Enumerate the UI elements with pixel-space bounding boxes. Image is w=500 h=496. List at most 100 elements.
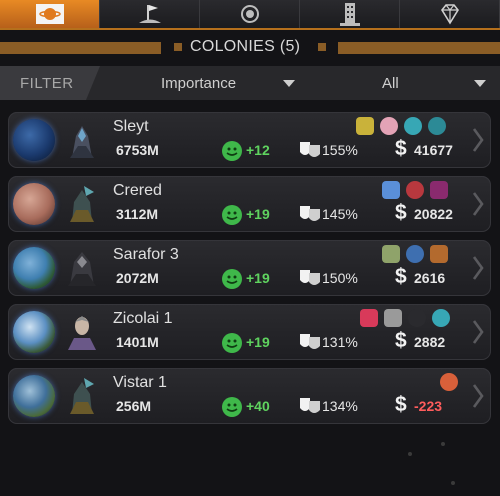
income-value: 2616	[414, 270, 446, 286]
resource-cyan-icon	[404, 117, 422, 135]
resource-icons	[382, 245, 448, 265]
header-bullet-right	[318, 43, 326, 51]
colony-population: 1401M	[116, 334, 159, 350]
theater-masks-icon	[300, 206, 320, 221]
credits-icon: $	[395, 137, 407, 160]
resource-bottle-icon	[360, 309, 378, 327]
resource-plant-icon	[382, 245, 400, 263]
resource-cyan-icon	[432, 309, 450, 327]
colony-row[interactable]: Zicolai 1 1401M +19 131% $ 2882	[8, 304, 491, 360]
theater-masks-icon	[300, 270, 320, 285]
colony-name: Vistar 1	[113, 374, 167, 391]
colony-row[interactable]: Crered 3112M +19 145% $ 20822	[8, 176, 491, 232]
diamond-tab[interactable]	[400, 0, 500, 28]
planet-thumbnail	[13, 375, 55, 417]
colony-population: 3112M	[116, 206, 159, 222]
chevron-right-icon[interactable]	[471, 319, 485, 345]
income-value: 2882	[414, 334, 446, 350]
chevron-right-icon[interactable]	[471, 383, 485, 409]
credits-icon: $	[395, 265, 407, 288]
colonies-title: COLONIES (5)	[190, 38, 301, 55]
header-divider-left	[0, 42, 161, 54]
happiness-value: +19	[246, 206, 270, 222]
resource-people-icon	[382, 181, 400, 199]
happiness-value: +12	[246, 142, 270, 158]
happiness-smiley-icon	[222, 141, 242, 161]
chevron-right-icon[interactable]	[471, 191, 485, 217]
chevron-right-icon[interactable]	[471, 255, 485, 281]
happiness-value: +19	[246, 270, 270, 286]
type-dropdown-caret-icon[interactable]	[474, 80, 486, 87]
background-speck	[408, 452, 412, 456]
filter-label: FILTER	[20, 75, 74, 92]
resource-red-icon	[406, 181, 424, 199]
resource-icons	[440, 373, 458, 393]
planet-thumbnail	[13, 119, 55, 161]
happiness-smiley-icon	[222, 333, 242, 353]
approval-percent: 145%	[322, 206, 358, 222]
type-dropdown[interactable]: All	[382, 75, 399, 92]
colonies-header: COLONIES (5)	[0, 32, 500, 64]
happiness-smiley-icon	[222, 397, 242, 417]
colony-population: 256M	[116, 398, 152, 414]
colony-name: Crered	[113, 182, 162, 199]
system-tab[interactable]	[200, 0, 300, 28]
top-tab-bar	[0, 0, 500, 30]
flag-icon	[138, 5, 161, 23]
approval-percent: 131%	[322, 334, 358, 350]
resource-crystal-icon	[430, 181, 448, 199]
sort-dropdown-caret-icon[interactable]	[283, 80, 295, 87]
resource-icons	[382, 181, 448, 201]
colony-row[interactable]: Sleyt 6753M +12 155% $ 41677	[8, 112, 491, 168]
background-speck	[451, 481, 455, 485]
orbit-icon	[240, 5, 259, 23]
planet-thumbnail	[13, 247, 55, 289]
colony-name: Sarafor 3	[113, 246, 179, 263]
happiness-value: +19	[246, 334, 270, 350]
resource-metal-icon	[384, 309, 402, 327]
governor-portrait-icon	[70, 186, 94, 222]
governor-portrait-icon	[68, 252, 96, 286]
happiness-smiley-icon	[222, 269, 242, 289]
diamond-icon	[440, 4, 459, 25]
resource-blue-icon	[406, 245, 424, 263]
happiness-value: +40	[246, 398, 270, 414]
header-divider-right	[338, 42, 500, 54]
resource-icons	[356, 117, 446, 137]
credits-icon: $	[395, 329, 407, 352]
income-value: 41677	[414, 142, 453, 158]
filter-label-box: FILTER	[0, 66, 100, 100]
planet-icon	[35, 4, 64, 24]
colony-row[interactable]: Sarafor 3 2072M +19 150% $ 2616	[8, 240, 491, 296]
theater-masks-icon	[300, 398, 320, 413]
governor-portrait-icon	[68, 316, 96, 350]
approval-percent: 150%	[322, 270, 358, 286]
planet-thumbnail	[13, 311, 55, 353]
resource-pink-icon	[380, 117, 398, 135]
planet-thumbnail	[13, 183, 55, 225]
filter-bar: FILTER Importance All	[0, 66, 500, 100]
sort-dropdown[interactable]: Importance	[161, 75, 236, 92]
colony-name: Sleyt	[113, 118, 149, 135]
planet-tab[interactable]	[0, 0, 100, 28]
background-speck	[441, 442, 445, 446]
header-bullet-left	[174, 43, 182, 51]
approval-percent: 155%	[322, 142, 358, 158]
credits-icon: $	[395, 201, 407, 224]
building-tab[interactable]	[300, 0, 400, 28]
resource-planet-icon	[440, 373, 458, 391]
colony-row[interactable]: Vistar 1 256M +40 134% $ -223	[8, 368, 491, 424]
building-icon	[339, 3, 360, 26]
governor-portrait-icon	[70, 126, 94, 158]
governor-portrait-icon	[70, 378, 94, 414]
colony-name: Zicolai 1	[113, 310, 173, 327]
chevron-right-icon[interactable]	[471, 127, 485, 153]
flag-tab[interactable]	[100, 0, 200, 28]
resource-dark-icon	[408, 309, 426, 327]
resource-teal-icon	[428, 117, 446, 135]
theater-masks-icon	[300, 142, 320, 157]
approval-percent: 134%	[322, 398, 358, 414]
resource-gold-icon	[356, 117, 374, 135]
colony-population: 6753M	[116, 142, 159, 158]
resource-icons	[360, 309, 450, 329]
